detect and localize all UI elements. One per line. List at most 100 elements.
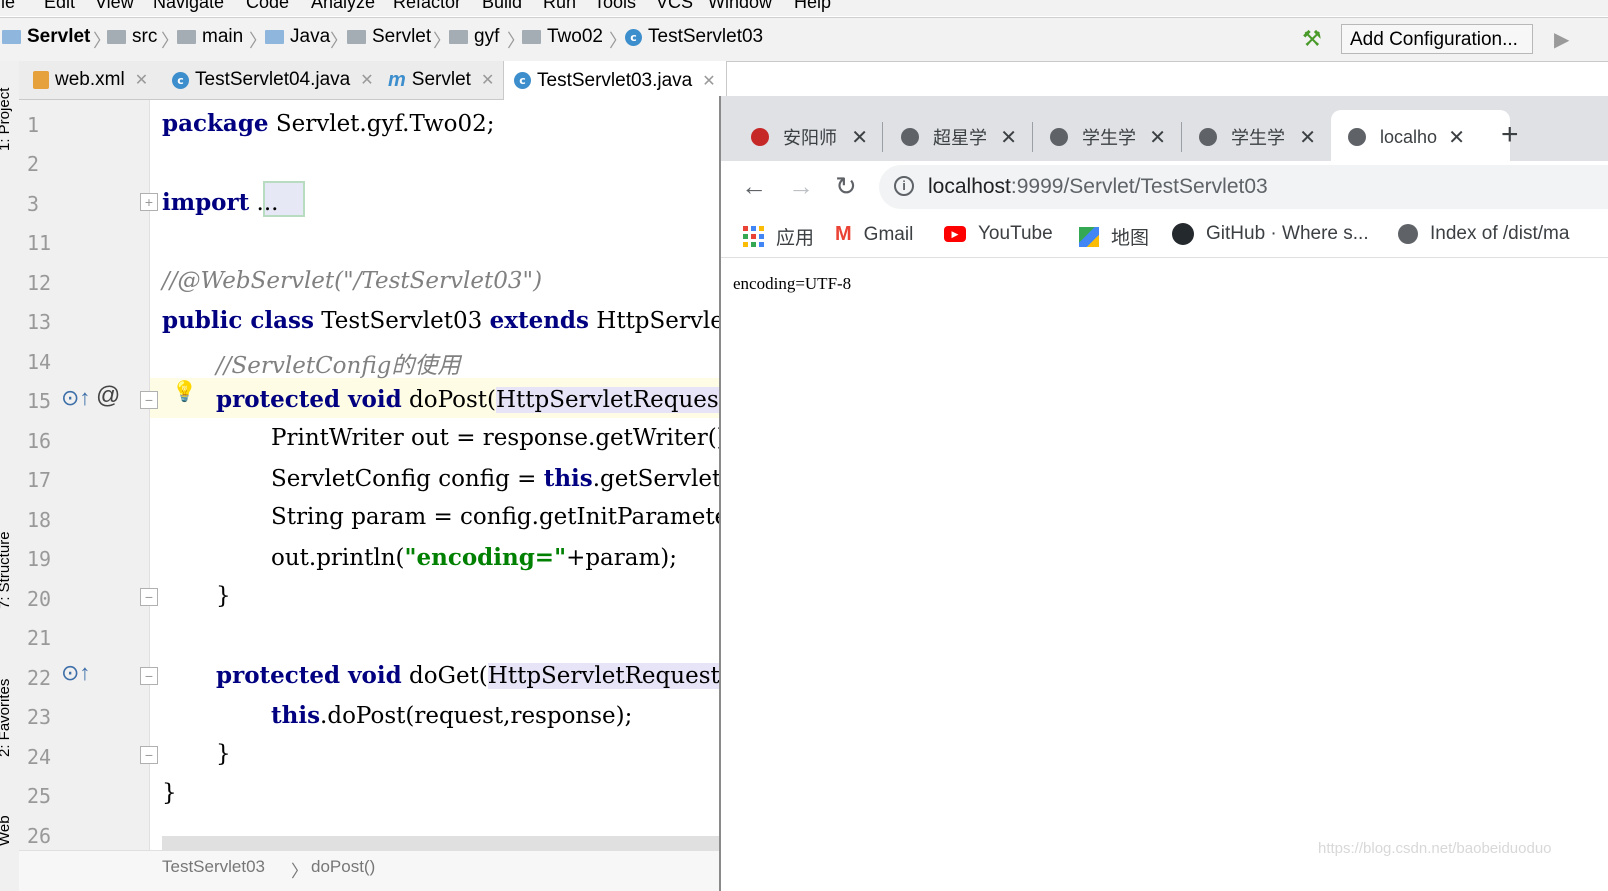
menu-window[interactable]: Window: [708, 0, 772, 13]
close-icon[interactable]: ✕: [135, 70, 148, 90]
close-tab-icon[interactable]: ✕: [1149, 125, 1166, 150]
fold-collapse-icon[interactable]: −: [140, 667, 158, 685]
line-number: 25: [27, 784, 52, 808]
lightbulb-icon[interactable]: 💡: [172, 379, 197, 404]
bookmark-index-dist[interactable]: Index of /dist/ma: [1398, 223, 1569, 245]
close-icon[interactable]: ✕: [481, 70, 494, 90]
menu-view[interactable]: View: [95, 0, 134, 13]
breadcrumb-package-two02[interactable]: Two02: [522, 26, 603, 48]
bookmark-label: Index of /dist/ma: [1430, 223, 1570, 244]
breadcrumb-project[interactable]: Servlet: [2, 26, 90, 48]
menu-refactor[interactable]: Refactor: [393, 0, 461, 13]
menu-build[interactable]: Build: [482, 0, 522, 13]
build-hammer-icon[interactable]: ⚒: [1302, 26, 1322, 52]
fold-expand-icon[interactable]: +: [140, 193, 158, 211]
code-line-13: public class TestServlet03 extends HttpS…: [162, 307, 719, 334]
editor-breadcrumb-class[interactable]: TestServlet03: [162, 857, 265, 877]
tool-window-web[interactable]: Web: [0, 815, 13, 846]
breadcrumb-class[interactable]: c TestServlet03: [625, 26, 763, 48]
reload-icon[interactable]: ↻: [835, 171, 857, 202]
browser-tab[interactable]: 学生学 ✕: [1199, 114, 1316, 160]
add-configuration-button[interactable]: Add Configuration...: [1341, 24, 1533, 54]
breadcrumb-src[interactable]: src: [107, 26, 157, 48]
menu-help[interactable]: Help: [794, 0, 831, 13]
forward-arrow-icon[interactable]: →: [788, 171, 814, 202]
url-text[interactable]: localhost:9999/Servlet/TestServlet03: [928, 175, 1268, 199]
bookmark-youtube[interactable]: ▶ YouTube: [944, 223, 1053, 245]
code-text: ...: [249, 190, 279, 216]
annotation-at-icon[interactable]: @: [96, 382, 120, 410]
bookmark-gmail[interactable]: M Gmail: [835, 223, 913, 246]
fold-collapse-icon[interactable]: −: [140, 588, 158, 606]
bookmark-maps[interactable]: 地图: [1079, 223, 1149, 250]
line-number: 3: [27, 192, 40, 216]
breadcrumb-label: src: [132, 26, 158, 47]
new-tab-plus-icon[interactable]: +: [1501, 118, 1519, 152]
menu-edit[interactable]: Edit: [44, 0, 75, 13]
folder-icon: [107, 30, 126, 44]
code-line-24: }: [216, 741, 231, 767]
browser-tab-active[interactable]: localho ✕: [1348, 114, 1465, 160]
bookmark-github[interactable]: GitHub · Where s...: [1172, 223, 1369, 245]
menu-navigate[interactable]: Navigate: [153, 0, 224, 13]
close-tab-icon[interactable]: ✕: [851, 125, 868, 150]
code-keyword: protected void: [216, 662, 402, 689]
tab-divider: [1181, 122, 1182, 152]
code-parameters: HttpServletRequest request, HttpServletR…: [487, 663, 719, 689]
line-number: 26: [27, 824, 52, 848]
code-keyword: this: [271, 702, 321, 729]
code-text: .doPost(request,response);: [320, 703, 633, 729]
tab-label: web.xml: [55, 69, 125, 90]
breadcrumb-main[interactable]: main: [177, 26, 243, 48]
fold-collapse-icon[interactable]: −: [140, 746, 158, 764]
menu-analyze[interactable]: Analyze: [311, 0, 375, 13]
class-icon: c: [625, 28, 642, 46]
editor-tab-bar: web.xml ✕ c TestServlet04.java ✕ m Servl…: [19, 61, 727, 100]
bookmark-apps[interactable]: 应用: [743, 223, 814, 250]
code-line-16: PrintWriter out = response.getWriter();: [271, 425, 719, 451]
bookmark-label: 应用: [776, 228, 815, 249]
run-icon[interactable]: ▶: [1554, 27, 1569, 52]
close-tab-icon[interactable]: ✕: [1000, 125, 1017, 150]
code-string: "encoding=": [404, 544, 567, 571]
browser-tab[interactable]: 安阳师 ✕: [751, 114, 868, 160]
code-keyword: protected void: [216, 386, 402, 413]
override-method-icon[interactable]: ⊙↑: [61, 660, 90, 686]
close-tab-icon[interactable]: ✕: [1448, 125, 1465, 150]
code-text: doGet(: [401, 663, 488, 689]
breadcrumb-java[interactable]: Java: [265, 26, 330, 48]
fold-collapse-icon[interactable]: −: [140, 391, 158, 409]
close-tab-icon[interactable]: ✕: [1299, 125, 1316, 150]
menu-code[interactable]: Code: [246, 0, 289, 13]
override-method-icon[interactable]: ⊙↑: [61, 385, 90, 411]
editor-tab-servlet[interactable]: m Servlet ✕: [378, 61, 504, 99]
menu-vcs[interactable]: VCS: [656, 0, 693, 13]
breadcrumb-package-servlet[interactable]: Servlet: [347, 26, 431, 48]
editor-tab-testservlet04[interactable]: c TestServlet04.java ✕: [162, 61, 384, 99]
module-icon: m: [388, 68, 406, 91]
editor-breadcrumb-method[interactable]: doPost(): [311, 857, 375, 877]
back-arrow-icon[interactable]: ←: [741, 171, 767, 202]
tool-window-favorites[interactable]: 2: Favorites: [0, 679, 13, 757]
address-bar[interactable]: i localhost:9999/Servlet/TestServlet03: [879, 165, 1608, 209]
code-text: TestServlet03: [313, 308, 490, 334]
close-icon[interactable]: ✕: [360, 70, 373, 90]
menu-run[interactable]: Run: [543, 0, 576, 13]
site-info-icon[interactable]: i: [894, 176, 914, 196]
browser-tab[interactable]: 学生学 ✕: [1050, 114, 1166, 160]
code-editor[interactable]: 1 2 3 11 12 13 14 15 16 17 18 19 20 21 2…: [19, 100, 719, 891]
tool-window-structure[interactable]: 7: Structure: [0, 531, 13, 609]
menu-file[interactable]: File: [0, 0, 15, 13]
close-icon[interactable]: ✕: [702, 71, 715, 91]
class-icon: c: [172, 71, 189, 89]
code-keyword: this: [543, 465, 593, 492]
breadcrumb-separator: 〉: [291, 862, 308, 881]
browser-tab[interactable]: 超星学 ✕: [901, 114, 1017, 160]
tool-window-project[interactable]: 1: Project: [0, 88, 13, 151]
menu-tools[interactable]: Tools: [594, 0, 636, 13]
editor-tab-testservlet03[interactable]: c TestServlet03.java ✕: [503, 61, 727, 100]
breadcrumb-label: Servlet: [27, 26, 91, 47]
breadcrumb-package-gyf[interactable]: gyf: [449, 26, 499, 48]
horizontal-scrollbar[interactable]: [162, 836, 719, 850]
editor-tab-web-xml[interactable]: web.xml ✕: [23, 61, 158, 99]
